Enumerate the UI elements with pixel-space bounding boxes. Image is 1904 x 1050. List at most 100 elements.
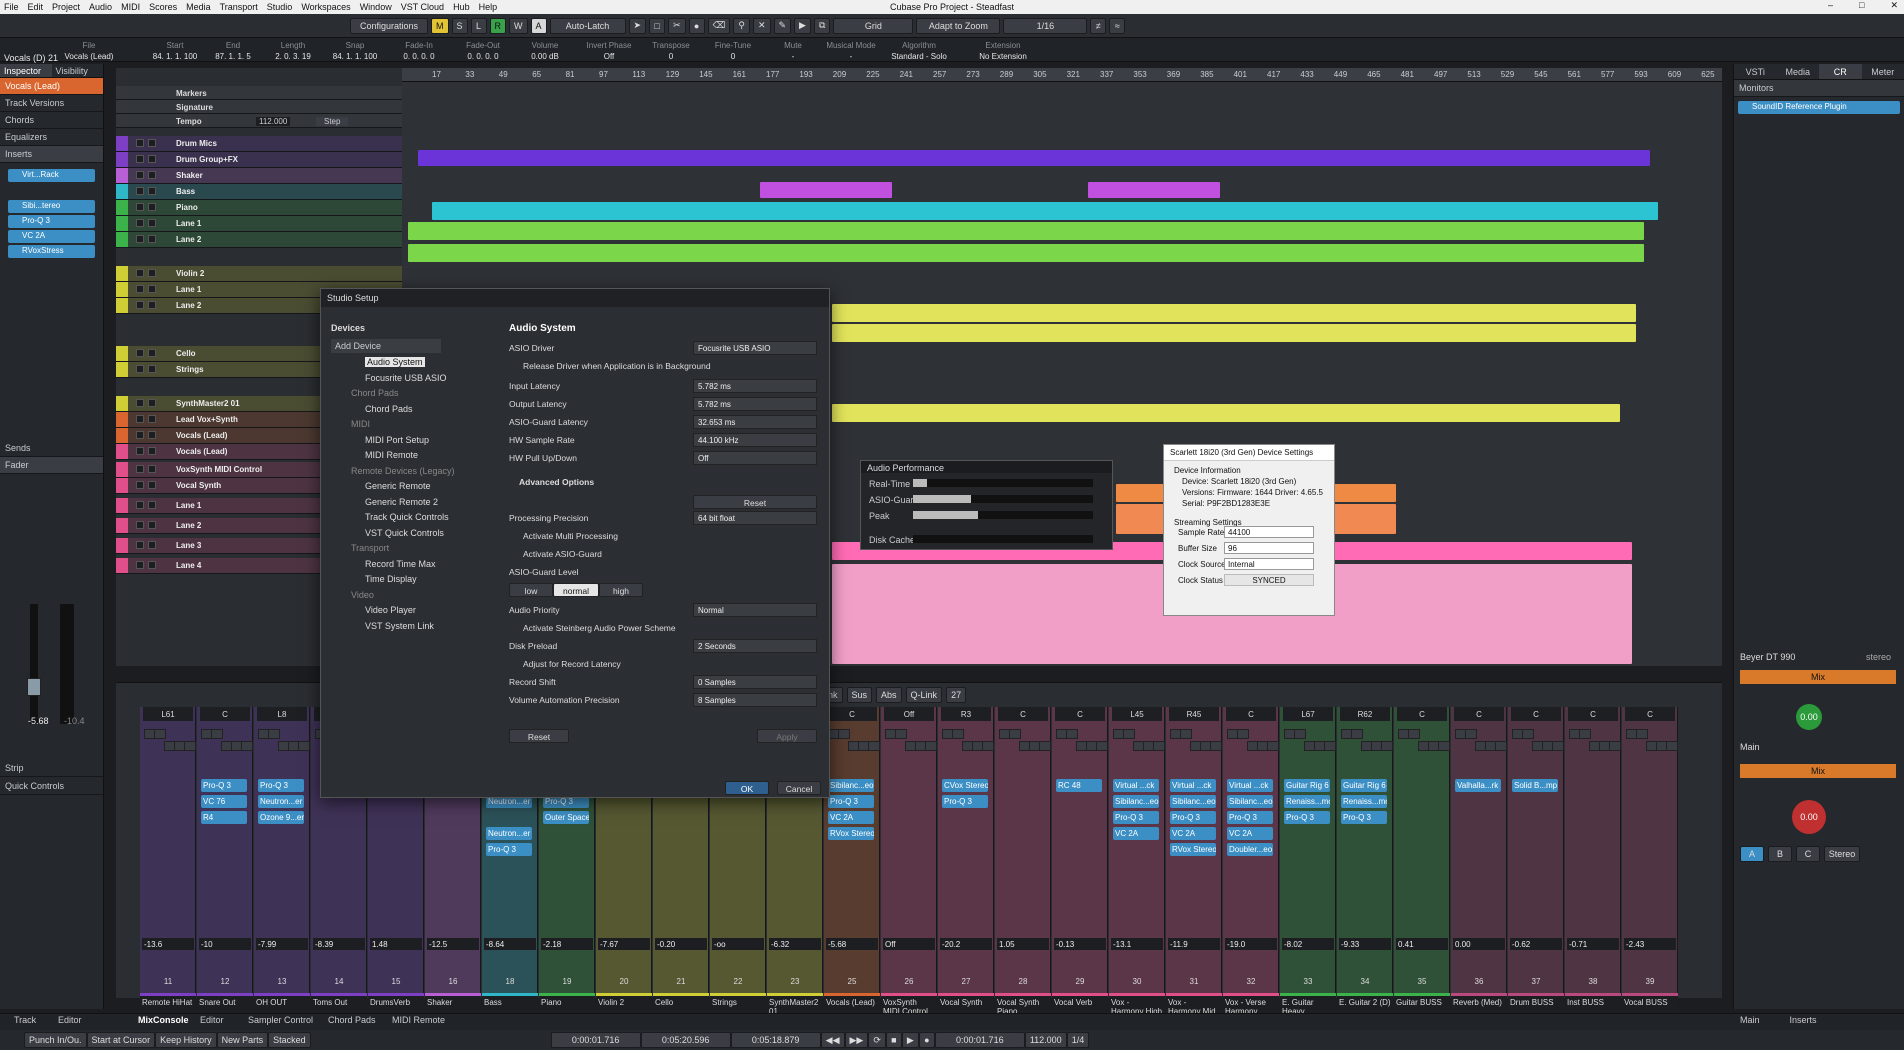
- insert-slot[interactable]: Ozone 9...er: [258, 811, 304, 824]
- device-tree-item[interactable]: Remote Devices (Legacy): [351, 466, 455, 476]
- insert-slot[interactable]: Pro-Q 3: [201, 779, 247, 792]
- insert-slot[interactable]: Virtual ...ck: [1227, 779, 1273, 792]
- menu-item[interactable]: Edit: [28, 2, 44, 12]
- insert-slot[interactable]: Doubler...eo: [1227, 843, 1273, 856]
- disk-preload-stepper[interactable]: 2 Seconds: [693, 639, 817, 653]
- device-tree-item[interactable]: MIDI Port Setup: [365, 435, 429, 445]
- strip-toggle-button[interactable]: [298, 741, 310, 751]
- strip-toggle-button[interactable]: [1210, 741, 1222, 751]
- track-row[interactable]: Shaker: [116, 168, 402, 184]
- play-icon[interactable]: ▶: [901, 1032, 919, 1048]
- strip-toggle-button[interactable]: [268, 729, 280, 739]
- solo-checkbox[interactable]: [148, 219, 156, 227]
- mute-checkbox[interactable]: [136, 415, 144, 423]
- erase-icon[interactable]: ⌫: [707, 17, 731, 34]
- volume-value[interactable]: -10: [199, 938, 251, 950]
- menu-item[interactable]: VST Cloud: [401, 2, 444, 12]
- strip-toggle-button[interactable]: [1039, 741, 1051, 751]
- solo-button[interactable]: S: [451, 17, 468, 34]
- solo-checkbox[interactable]: [148, 235, 156, 243]
- power-scheme-checkbox[interactable]: Activate Steinberg Audio Power Scheme: [523, 623, 676, 637]
- insert-slot[interactable]: Sibilanc...eo: [828, 779, 874, 792]
- keep-history-dropdown[interactable]: Keep History: [155, 1032, 217, 1048]
- pan-control[interactable]: C: [1226, 707, 1276, 721]
- bottom-tab[interactable]: MIDI Remote: [392, 1015, 445, 1025]
- insert-slot[interactable]: VC 2A: [8, 230, 95, 243]
- read-button[interactable]: R: [489, 17, 507, 34]
- draw-icon[interactable]: ✎: [773, 17, 792, 34]
- pan-control[interactable]: C: [827, 707, 877, 721]
- range-select-icon[interactable]: □: [649, 17, 666, 34]
- device-tree-item[interactable]: Time Display: [365, 574, 417, 584]
- volume-value[interactable]: -0.20: [655, 938, 707, 950]
- insert-slot[interactable]: Pro-Q 3: [486, 843, 532, 856]
- mute-tool-icon[interactable]: ✕: [752, 17, 771, 34]
- insert-slot[interactable]: VC 2A: [1227, 827, 1273, 840]
- track-row[interactable]: Bass: [116, 184, 402, 200]
- menu-item[interactable]: Transport: [220, 2, 258, 12]
- insert-slot[interactable]: Sibilanc...eo: [1170, 795, 1216, 808]
- solo-checkbox[interactable]: [148, 139, 156, 147]
- vap-stepper[interactable]: 8 Samples: [693, 693, 817, 707]
- solo-checkbox[interactable]: [148, 171, 156, 179]
- pan-control[interactable]: L67: [1283, 707, 1333, 721]
- volume-value[interactable]: -12.5: [427, 938, 479, 950]
- device-tree-item[interactable]: Chord Pads: [351, 388, 399, 398]
- asio-guard-checkbox[interactable]: Activate ASIO-Guard: [523, 549, 602, 563]
- volume-value[interactable]: -19.0: [1225, 938, 1277, 950]
- insert-slot[interactable]: VC 2A: [1170, 827, 1216, 840]
- insert-slot[interactable]: Pro-Q 3: [258, 779, 304, 792]
- snap-icon[interactable]: ⧉: [813, 17, 831, 34]
- info-field[interactable]: Algorithm Standard - Solo: [884, 41, 954, 61]
- mute-checkbox[interactable]: [136, 399, 144, 407]
- volume-value[interactable]: 1.05: [997, 938, 1049, 950]
- event-violin[interactable]: [832, 304, 1636, 322]
- info-field[interactable]: Length 2. 0. 3. 19: [258, 41, 328, 61]
- device-tree-item[interactable]: Video Player: [365, 605, 416, 615]
- adapt-zoom-dropdown[interactable]: Adapt to Zoom: [916, 17, 1001, 34]
- speaker-c-button[interactable]: C: [1796, 846, 1820, 862]
- right-zone-tab[interactable]: Media: [1777, 64, 1820, 79]
- bottom-tab[interactable]: Sampler Control: [248, 1015, 313, 1025]
- solo-checkbox[interactable]: [148, 399, 156, 407]
- timeline-ruler[interactable]: 17 33 49 65 81 97 113 129 145 161 177 193 209 225 241 2…: [402, 68, 1722, 82]
- strip-toggle-button[interactable]: [1009, 729, 1021, 739]
- track-row[interactable]: Lane 2: [116, 232, 402, 248]
- mute-checkbox[interactable]: [136, 521, 144, 529]
- insert-slot[interactable]: Neutron...er: [258, 795, 304, 808]
- mute-checkbox[interactable]: [136, 235, 144, 243]
- volume-value[interactable]: -2.43: [1624, 938, 1676, 950]
- pan-control[interactable]: C: [1397, 707, 1447, 721]
- insert-slot[interactable]: Pro-Q 3: [942, 795, 988, 808]
- strip-toggle-button[interactable]: [1522, 729, 1534, 739]
- device-tree-item[interactable]: MIDI: [351, 419, 370, 429]
- strip-toggle-button[interactable]: [1552, 741, 1564, 751]
- insert-slot[interactable]: Neutron...er: [486, 827, 532, 840]
- mute-checkbox[interactable]: [136, 501, 144, 509]
- forward-icon[interactable]: ▶▶: [844, 1032, 869, 1048]
- menu-item[interactable]: Audio: [89, 2, 112, 12]
- qlink-button[interactable]: Q-Link: [905, 687, 943, 703]
- release-driver-checkbox[interactable]: Release Driver when Application is in Ba…: [523, 361, 711, 375]
- pan-control[interactable]: C: [1055, 707, 1105, 721]
- stop-icon[interactable]: ■: [885, 1032, 902, 1048]
- device-tree-item[interactable]: Chord Pads: [365, 404, 413, 414]
- mute-checkbox[interactable]: [136, 431, 144, 439]
- tab-main[interactable]: Main: [1740, 1015, 1760, 1025]
- solo-checkbox[interactable]: [148, 285, 156, 293]
- tempo-display[interactable]: 112.000: [1024, 1032, 1067, 1048]
- info-field[interactable]: Snap 84. 1. 1. 100: [320, 41, 390, 61]
- soundid-plugin[interactable]: SoundID Reference Plugin: [1738, 101, 1900, 114]
- insert-slot[interactable]: RVox Stereo: [828, 827, 874, 840]
- volume-value[interactable]: Off: [883, 938, 935, 950]
- quantize-apply-icon[interactable]: ≠: [1090, 17, 1107, 34]
- multi-processing-checkbox[interactable]: Activate Multi Processing: [523, 531, 618, 545]
- glue-icon[interactable]: ●: [688, 17, 705, 34]
- inspector-track-section[interactable]: Vocals (Lead): [0, 78, 103, 95]
- info-field[interactable]: Fade-Out 0. 0. 0. 0: [448, 41, 518, 61]
- ok-button[interactable]: OK: [725, 781, 769, 795]
- inspector-quick-controls[interactable]: Quick Controls: [0, 778, 103, 795]
- sus-button[interactable]: Sus: [846, 687, 873, 703]
- mute-checkbox[interactable]: [136, 541, 144, 549]
- right-zone-tab[interactable]: CR: [1819, 64, 1862, 79]
